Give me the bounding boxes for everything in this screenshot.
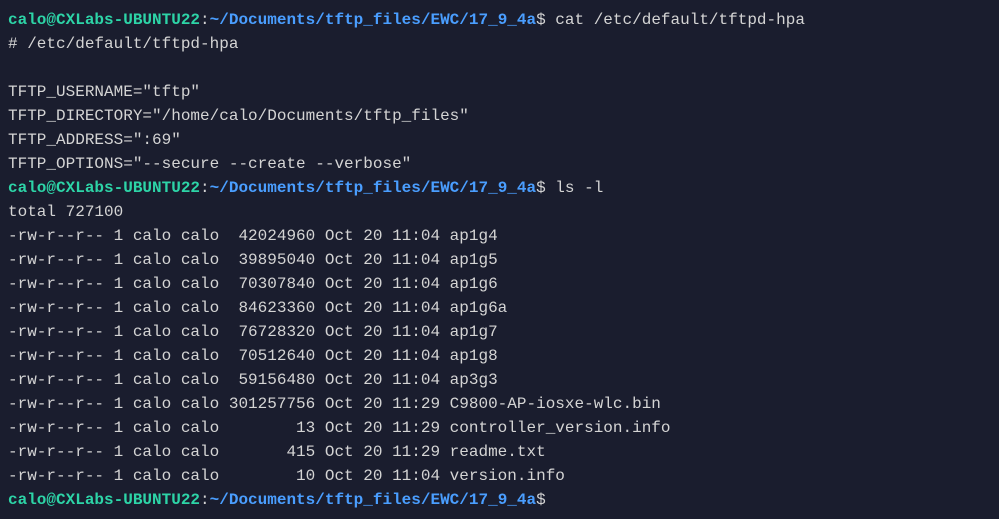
command-text: cat /etc/default/tftpd-hpa (555, 11, 805, 29)
cwd-path: ~/Documents/tftp_files/EWC/17_9_4a (210, 179, 536, 197)
ls-row: -rw-r--r-- 1 calo calo 76728320 Oct 20 1… (8, 323, 498, 341)
ls-row: -rw-r--r-- 1 calo calo 39895040 Oct 20 1… (8, 251, 498, 269)
cat-comment: # /etc/default/tftpd-hpa (8, 35, 238, 53)
ls-row: -rw-r--r-- 1 calo calo 70307840 Oct 20 1… (8, 275, 498, 293)
cat-line-2: TFTP_DIRECTORY="/home/calo/Documents/tft… (8, 107, 469, 125)
cwd-path: ~/Documents/tftp_files/EWC/17_9_4a (210, 11, 536, 29)
ls-row: -rw-r--r-- 1 calo calo 301257756 Oct 20 … (8, 395, 661, 413)
cat-line-4: TFTP_OPTIONS="--secure --create --verbos… (8, 155, 411, 173)
prompt-dollar: $ (536, 491, 555, 509)
ls-row: -rw-r--r-- 1 calo calo 10 Oct 20 11:04 v… (8, 467, 565, 485)
prompt-dollar: $ (536, 11, 555, 29)
user-host: calo@CXLabs-UBUNTU22 (8, 179, 200, 197)
cwd-path: ~/Documents/tftp_files/EWC/17_9_4a (210, 491, 536, 509)
ls-row: -rw-r--r-- 1 calo calo 59156480 Oct 20 1… (8, 371, 498, 389)
ls-row: -rw-r--r-- 1 calo calo 42024960 Oct 20 1… (8, 227, 498, 245)
cat-line-3: TFTP_ADDRESS=":69" (8, 131, 181, 149)
user-host: calo@CXLabs-UBUNTU22 (8, 11, 200, 29)
prompt-line-3: calo@CXLabs-UBUNTU22:~/Documents/tftp_fi… (8, 491, 555, 509)
ls-row: -rw-r--r-- 1 calo calo 84623360 Oct 20 1… (8, 299, 507, 317)
user-host: calo@CXLabs-UBUNTU22 (8, 491, 200, 509)
ls-row: -rw-r--r-- 1 calo calo 70512640 Oct 20 1… (8, 347, 498, 365)
prompt-dollar: $ (536, 179, 555, 197)
separator-colon: : (200, 491, 210, 509)
separator-colon: : (200, 11, 210, 29)
command-text: ls -l (555, 179, 603, 197)
cat-line-1: TFTP_USERNAME="tftp" (8, 83, 200, 101)
prompt-line-1: calo@CXLabs-UBUNTU22:~/Documents/tftp_fi… (8, 11, 805, 29)
prompt-line-2: calo@CXLabs-UBUNTU22:~/Documents/tftp_fi… (8, 179, 603, 197)
separator-colon: : (200, 179, 210, 197)
ls-total: total 727100 (8, 203, 123, 221)
terminal-output[interactable]: calo@CXLabs-UBUNTU22:~/Documents/tftp_fi… (8, 8, 991, 512)
ls-row: -rw-r--r-- 1 calo calo 13 Oct 20 11:29 c… (8, 419, 671, 437)
ls-row: -rw-r--r-- 1 calo calo 415 Oct 20 11:29 … (8, 443, 546, 461)
